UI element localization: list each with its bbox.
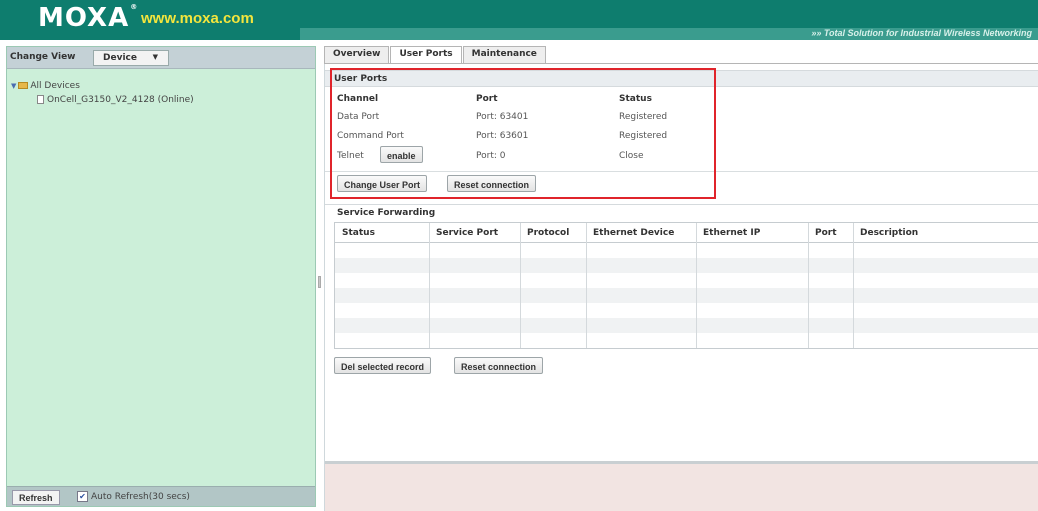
expand-triangle-icon[interactable]: ▼ xyxy=(11,82,16,90)
tree-node-device[interactable]: OnCell_G3150_V2_4128 (Online) xyxy=(37,93,194,106)
auto-refresh-label: Auto Refresh(30 secs) xyxy=(91,492,190,502)
column-header-service-port[interactable]: Service Port xyxy=(436,228,498,238)
column-header-ethernet-device[interactable]: Ethernet Device xyxy=(593,228,674,238)
column-header-status[interactable]: Status xyxy=(342,228,375,238)
service-forwarding-table[interactable]: Status Service Port Protocol Ethernet De… xyxy=(334,222,1038,349)
tree-root-label: All Devices xyxy=(30,80,80,91)
device-tree: ▼ All Devices OnCell_G3150_V2_4128 (Onli… xyxy=(11,79,194,106)
column-header-ethernet-ip[interactable]: Ethernet IP xyxy=(703,228,760,238)
tagline: »» Total Solution for Industrial Wireles… xyxy=(811,28,1032,38)
moxa-logo: MOXA® xyxy=(38,3,139,33)
user-ports-page: User Ports Channel Port Status Data Port… xyxy=(324,64,1038,511)
row-command-port-channel: Command Port xyxy=(337,131,404,141)
website-url: www.moxa.com xyxy=(141,10,254,27)
row-telnet-status: Close xyxy=(619,151,644,161)
delete-selected-record-button[interactable]: Del selected record xyxy=(334,357,432,374)
tagline-bar: »» Total Solution for Industrial Wireles… xyxy=(300,28,1038,40)
tab-overview[interactable]: Overview xyxy=(324,46,390,64)
forwarding-reset-connection-button[interactable]: Reset connection xyxy=(454,357,544,374)
row-data-port-channel: Data Port xyxy=(337,112,380,122)
table-row[interactable] xyxy=(335,243,1038,258)
column-header-description[interactable]: Description xyxy=(860,228,918,238)
panel-splitter[interactable] xyxy=(318,276,321,288)
column-header-port: Port xyxy=(476,94,498,104)
logo-area: MOXA® www.moxa.com xyxy=(0,0,300,33)
log-panel xyxy=(325,461,1038,511)
table-row[interactable] xyxy=(335,273,1038,288)
tree-child-label: OnCell_G3150_V2_4128 (Online) xyxy=(47,94,194,105)
view-select-value: Device xyxy=(103,53,137,63)
section-divider xyxy=(325,171,1038,172)
reset-connection-button[interactable]: Reset connection xyxy=(447,175,537,192)
table-row[interactable] xyxy=(335,288,1038,303)
folder-icon xyxy=(18,82,29,89)
column-header-status: Status xyxy=(619,94,652,104)
table-row[interactable] xyxy=(335,333,1038,348)
column-divider xyxy=(853,223,854,348)
column-divider xyxy=(808,223,809,348)
service-forwarding-title: Service Forwarding xyxy=(337,208,436,218)
table-row[interactable] xyxy=(335,303,1038,318)
column-header-protocol[interactable]: Protocol xyxy=(527,228,569,238)
row-command-port-port: Port: 63601 xyxy=(476,131,529,141)
tab-maintenance[interactable]: Maintenance xyxy=(462,46,546,64)
device-tree-panel: Change View Device ▼ ▼ All Devices OnCel… xyxy=(6,46,316,507)
chevron-down-icon: ▼ xyxy=(152,53,158,61)
auto-refresh-checkbox[interactable]: ✔ xyxy=(77,491,88,502)
change-user-port-button[interactable]: Change User Port xyxy=(337,175,428,192)
telnet-enable-button[interactable]: enable xyxy=(380,146,423,163)
user-ports-title: User Ports xyxy=(334,74,388,84)
column-header-channel: Channel xyxy=(337,94,379,104)
service-forwarding-header: Service Forwarding xyxy=(325,204,1038,220)
tab-bar: Overview User Ports Maintenance xyxy=(324,46,547,65)
table-row[interactable] xyxy=(335,318,1038,333)
refresh-bar: Refresh ✔ Auto Refresh(30 secs) xyxy=(7,486,315,506)
row-telnet-channel: Telnet xyxy=(337,151,364,161)
app-header: MOXA® www.moxa.com »» Total Solution for… xyxy=(0,0,1038,40)
table-header-row: Status Service Port Protocol Ethernet De… xyxy=(335,223,1038,243)
column-divider xyxy=(696,223,697,348)
row-data-port-port: Port: 63401 xyxy=(476,112,529,122)
view-select[interactable]: Device ▼ xyxy=(93,50,169,66)
refresh-button[interactable]: Refresh xyxy=(12,490,60,505)
column-header-port[interactable]: Port xyxy=(815,228,837,238)
tree-node-all-devices[interactable]: ▼ All Devices xyxy=(11,79,194,92)
view-toolbar: Change View Device ▼ xyxy=(7,47,315,69)
row-command-port-status: Registered xyxy=(619,131,668,141)
column-divider xyxy=(429,223,430,348)
column-divider xyxy=(586,223,587,348)
user-ports-section-header: User Ports xyxy=(325,70,1038,87)
table-row[interactable] xyxy=(335,258,1038,273)
device-document-icon xyxy=(37,95,44,104)
row-telnet-port: Port: 0 xyxy=(476,151,506,161)
row-data-port-status: Registered xyxy=(619,112,668,122)
column-divider xyxy=(520,223,521,348)
change-view-label: Change View xyxy=(10,52,76,62)
